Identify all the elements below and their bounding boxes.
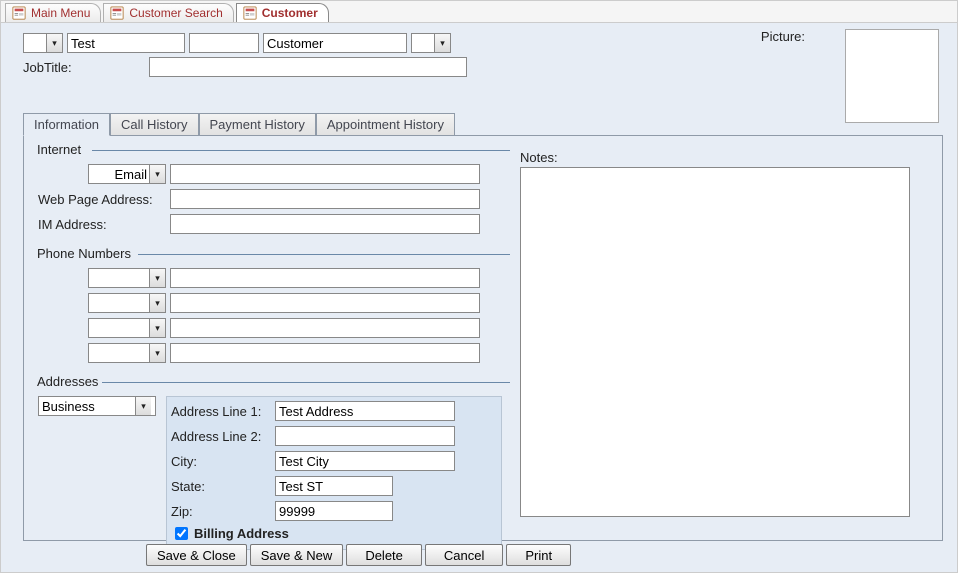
detail-panel: Internet ▾ Web Page Address:	[23, 135, 943, 541]
notes-label: Notes:	[520, 150, 918, 165]
phone-type-input[interactable]	[89, 294, 149, 312]
phone-type-combo[interactable]: ▾	[88, 318, 166, 338]
form-icon	[110, 6, 124, 20]
window-tab-label: Customer	[262, 6, 318, 20]
dropdown-icon[interactable]: ▾	[135, 397, 151, 415]
address-line1-input[interactable]	[275, 401, 455, 421]
webpage-input[interactable]	[170, 189, 480, 209]
window-tab-customer-search[interactable]: Customer Search	[103, 3, 233, 22]
notes-textarea[interactable]	[520, 167, 910, 517]
webpage-label: Web Page Address:	[38, 192, 166, 207]
tab-payment-history[interactable]: Payment History	[199, 113, 316, 136]
dropdown-icon[interactable]: ▾	[149, 344, 165, 362]
state-input[interactable]	[275, 476, 393, 496]
address-line1-label: Address Line 1:	[171, 404, 271, 419]
dropdown-icon[interactable]: ▾	[434, 34, 450, 52]
zip-input[interactable]	[275, 501, 393, 521]
prefix-input[interactable]	[24, 34, 46, 52]
phone-type-input[interactable]	[89, 319, 149, 337]
billing-address-label: Billing Address	[194, 526, 289, 541]
city-input[interactable]	[275, 451, 455, 471]
phone-number-input[interactable]	[170, 343, 480, 363]
dropdown-icon[interactable]: ▾	[149, 319, 165, 337]
jobtitle-input[interactable]	[149, 57, 467, 77]
phone-type-combo[interactable]: ▾	[88, 343, 166, 363]
button-bar: Save & Close Save & New Delete Cancel Pr…	[146, 544, 571, 566]
state-label: State:	[171, 479, 271, 494]
suffix-combo[interactable]: ▾	[411, 33, 451, 53]
phone-type-input[interactable]	[89, 344, 149, 362]
window-tab-customer[interactable]: Customer	[236, 3, 329, 22]
phone-type-combo[interactable]: ▾	[88, 293, 166, 313]
phones-legend: Phone Numbers	[34, 246, 134, 261]
window-tab-main-menu[interactable]: Main Menu	[5, 3, 101, 22]
phone-type-combo[interactable]: ▾	[88, 268, 166, 288]
cancel-button[interactable]: Cancel	[425, 544, 503, 566]
form-icon	[12, 6, 26, 20]
picture-box[interactable]	[845, 29, 939, 123]
phone-number-input[interactable]	[170, 293, 480, 313]
address-line2-label: Address Line 2:	[171, 429, 271, 444]
address-type-combo[interactable]: ▾	[38, 396, 156, 416]
save-close-button[interactable]: Save & Close	[146, 544, 247, 566]
window-tab-strip: Main Menu Customer Search Customer	[1, 1, 957, 23]
window-tab-label: Main Menu	[31, 6, 90, 20]
dropdown-icon[interactable]: ▾	[149, 165, 165, 183]
dropdown-icon[interactable]: ▾	[149, 269, 165, 287]
middle-name-input[interactable]	[189, 33, 259, 53]
print-button[interactable]: Print	[506, 544, 571, 566]
address-type-input[interactable]	[39, 397, 135, 415]
save-new-button[interactable]: Save & New	[250, 544, 344, 566]
internet-legend: Internet	[34, 142, 84, 157]
zip-label: Zip:	[171, 504, 271, 519]
dropdown-icon[interactable]: ▾	[149, 294, 165, 312]
picture-label: Picture:	[761, 29, 805, 44]
tab-information[interactable]: Information	[23, 113, 110, 136]
phone-type-input[interactable]	[89, 269, 149, 287]
addresses-legend: Addresses	[34, 374, 101, 389]
phone-number-input[interactable]	[170, 268, 480, 288]
form-icon	[243, 6, 257, 20]
jobtitle-label: JobTitle:	[23, 60, 143, 75]
email-input[interactable]	[170, 164, 480, 184]
phone-number-input[interactable]	[170, 318, 480, 338]
dropdown-icon[interactable]: ▾	[46, 34, 62, 52]
prefix-combo[interactable]: ▾	[23, 33, 63, 53]
tab-appointment-history[interactable]: Appointment History	[316, 113, 455, 136]
suffix-input[interactable]	[412, 34, 434, 52]
im-label: IM Address:	[38, 217, 166, 232]
address-line2-input[interactable]	[275, 426, 455, 446]
email-type-input[interactable]	[89, 165, 149, 183]
email-type-combo[interactable]: ▾	[88, 164, 166, 184]
first-name-input[interactable]	[67, 33, 185, 53]
window-tab-label: Customer Search	[129, 6, 222, 20]
im-input[interactable]	[170, 214, 480, 234]
tab-call-history[interactable]: Call History	[110, 113, 198, 136]
delete-button[interactable]: Delete	[346, 544, 422, 566]
billing-address-checkbox[interactable]	[175, 527, 188, 540]
city-label: City:	[171, 454, 271, 469]
last-name-input[interactable]	[263, 33, 407, 53]
